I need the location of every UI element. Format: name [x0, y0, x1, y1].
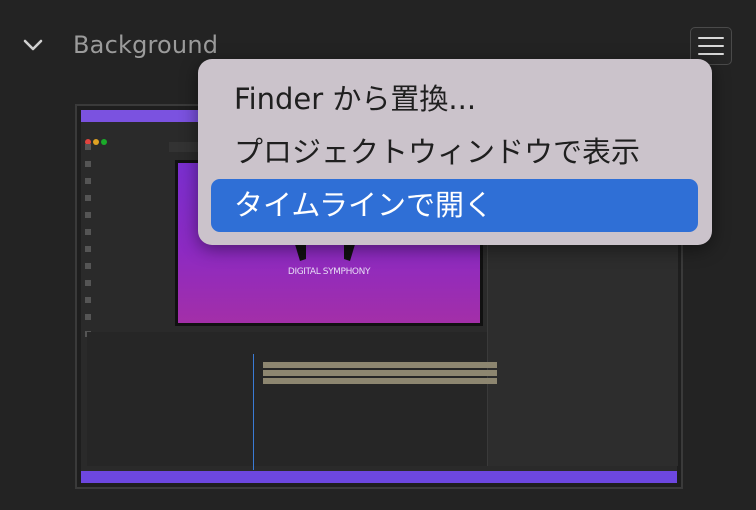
essential-graphics-panel: Background DIGITAL SYMPHONY Finder から置換.… [0, 0, 756, 510]
menu-item-reveal-in-project[interactable]: プロジェクトウィンドウで表示 [211, 126, 698, 179]
context-menu: Finder から置換... プロジェクトウィンドウで表示 タイムラインで開く [198, 59, 712, 245]
thumbnail-logo-text: DIGITAL SYMPHONY [287, 267, 371, 277]
thumbnail-timeline [87, 332, 497, 466]
panel-title: Background [73, 31, 219, 59]
thumbnail-bottom-bar [81, 471, 677, 483]
menu-item-open-in-timeline[interactable]: タイムラインで開く [211, 179, 698, 232]
thumbnail-tool-sidebar [85, 144, 97, 364]
menu-item-replace-from-finder[interactable]: Finder から置換... [211, 73, 698, 126]
chevron-down-icon[interactable] [22, 36, 44, 54]
thumbnail-playhead [253, 354, 254, 470]
